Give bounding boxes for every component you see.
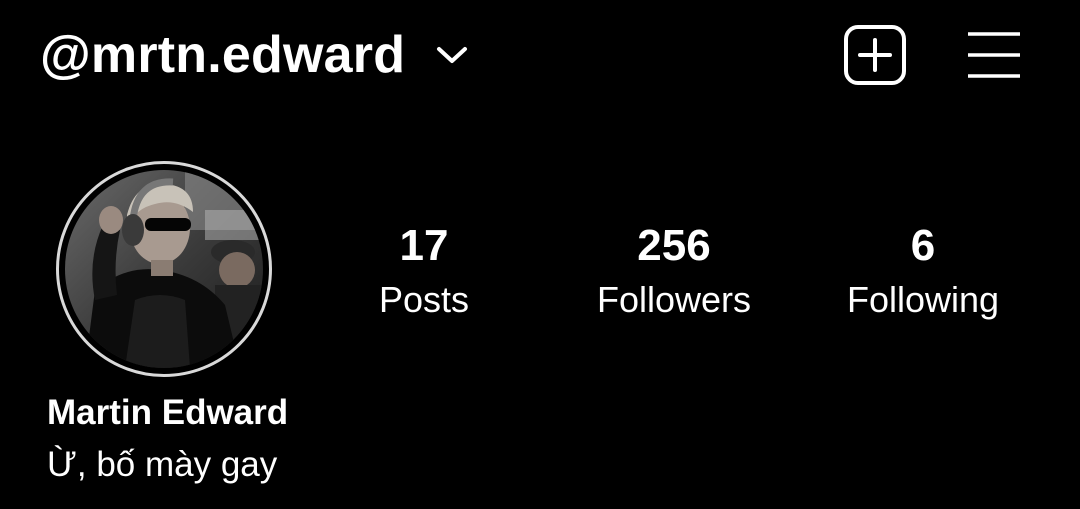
plus-square-icon xyxy=(844,25,906,85)
create-post-button[interactable] xyxy=(843,24,907,86)
profile-header: @mrtn.edward xyxy=(0,0,1080,110)
account-switcher[interactable]: @mrtn.edward xyxy=(40,22,469,88)
following-count: 6 xyxy=(910,221,936,270)
posts-label: Posts xyxy=(378,279,470,320)
following-stat[interactable]: 6 Following xyxy=(813,220,1033,322)
bio-text: Ừ, bố mày gay xyxy=(47,445,278,484)
posts-count: 17 xyxy=(399,221,449,270)
avatar-photo xyxy=(65,170,263,368)
username: @mrtn.edward xyxy=(40,26,406,84)
following-label: Following xyxy=(846,279,1000,320)
followers-count: 256 xyxy=(637,221,711,270)
display-name: Martin Edward xyxy=(47,393,289,432)
followers-stat[interactable]: 256 Followers xyxy=(564,220,784,322)
posts-stat[interactable]: 17 Posts xyxy=(314,220,534,322)
avatar[interactable] xyxy=(56,161,272,377)
chevron-down-icon xyxy=(435,44,469,66)
menu-button[interactable] xyxy=(966,30,1022,80)
hamburger-menu-icon xyxy=(968,32,1020,78)
followers-label: Followers xyxy=(596,279,752,320)
